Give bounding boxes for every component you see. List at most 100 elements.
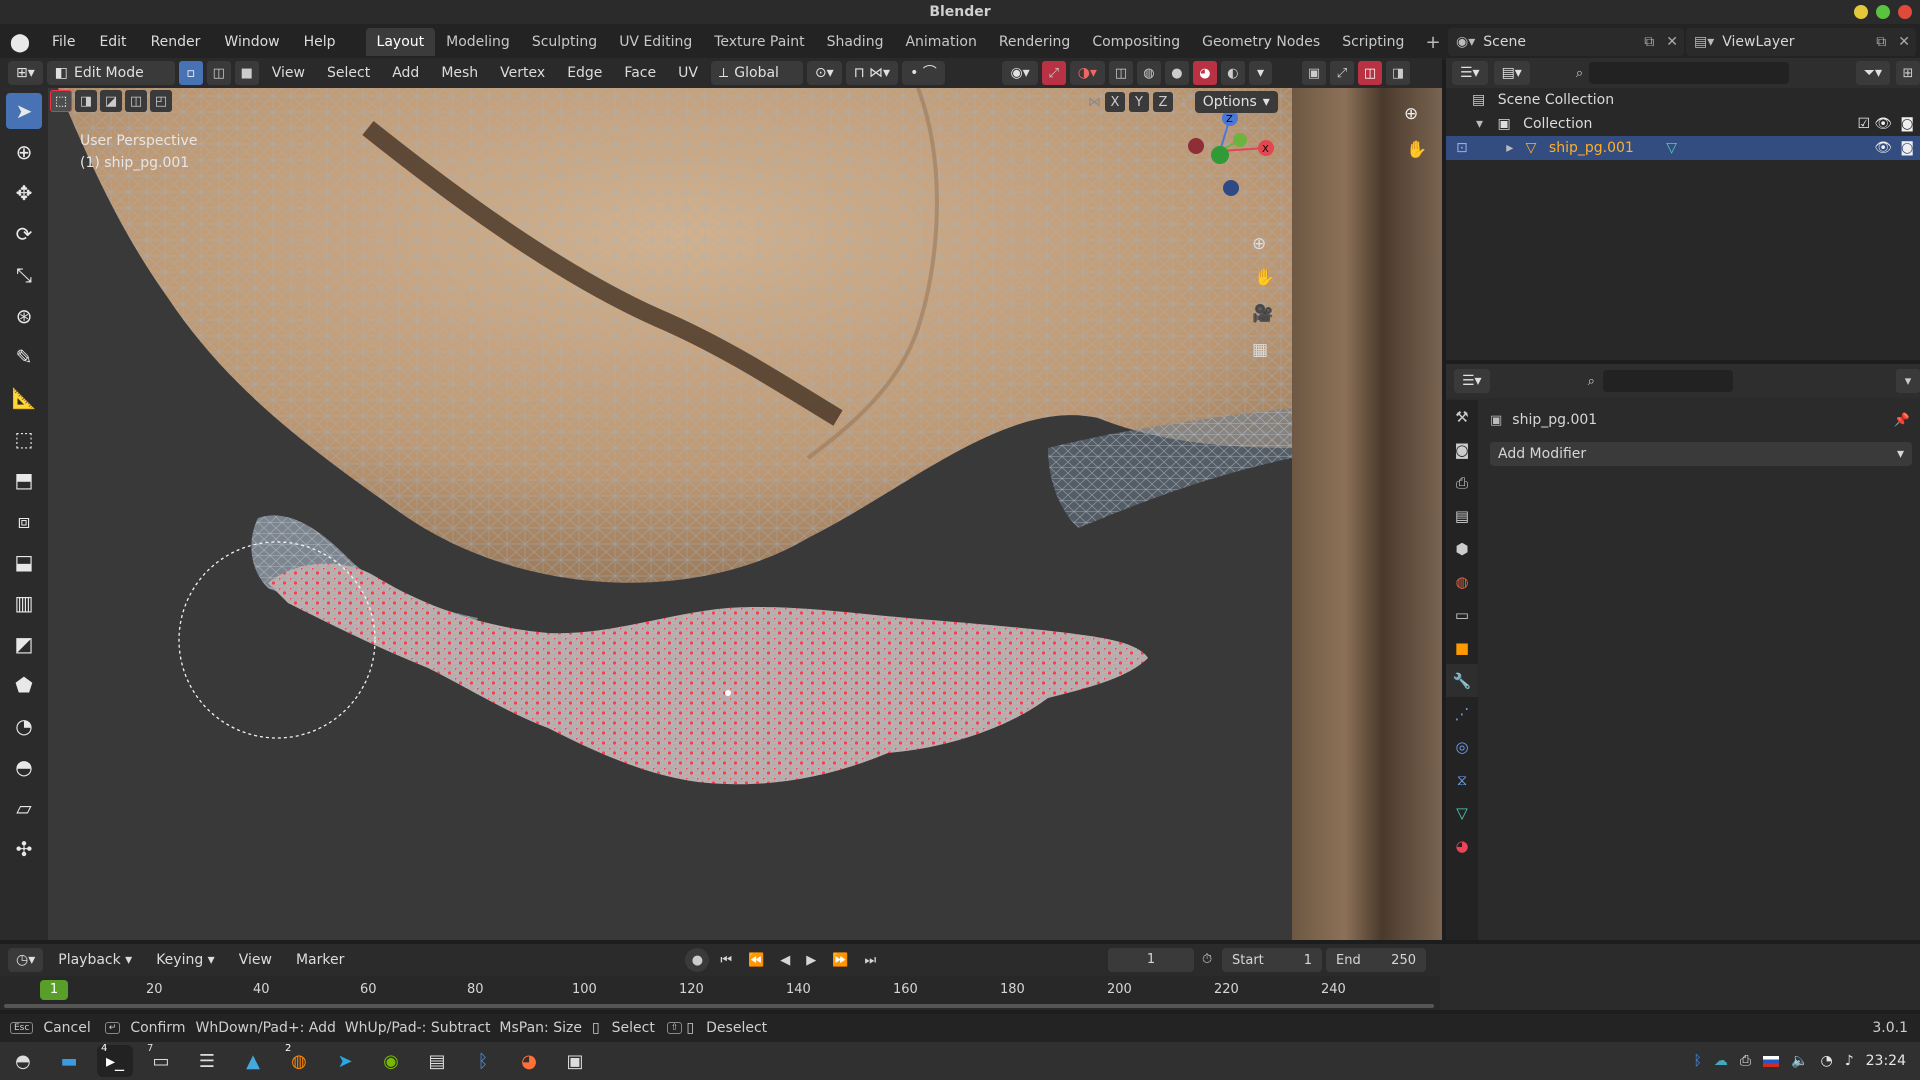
menu-add[interactable]: Add (383, 65, 428, 81)
material-tab-icon[interactable]: ◕ (1446, 829, 1478, 862)
secondary-shading-icon[interactable]: ◫ (1358, 61, 1382, 85)
mirror-x-toggle[interactable]: X (1105, 92, 1125, 112)
collapse-arrow-icon[interactable]: ▾ (1476, 116, 1483, 132)
firefox-icon[interactable]: ◕ (511, 1045, 547, 1077)
current-frame-field[interactable]: 1 (1108, 948, 1194, 972)
outliner-row-scene-collection[interactable]: ▤ Scene Collection (1446, 88, 1920, 112)
outliner-editor-type-dropdown[interactable]: ☰▾ (1452, 61, 1488, 85)
ortho-grid-icon[interactable]: ▦ (1252, 340, 1268, 360)
tab-texture-paint[interactable]: Texture Paint (703, 28, 815, 56)
move-tool-icon[interactable]: ✥ (6, 175, 42, 211)
object-tab-icon[interactable]: ■ (1446, 631, 1478, 664)
maximize-button[interactable] (1876, 5, 1890, 19)
app-menu-icon[interactable]: ◓ (5, 1045, 41, 1077)
add-cube-tool-icon[interactable]: ⬚ (6, 421, 42, 457)
play-reverse-icon[interactable]: ◀ (775, 953, 795, 968)
menu-file[interactable]: File (40, 24, 87, 60)
volume-icon[interactable]: 🔈 (1791, 1053, 1808, 1069)
tool-tab-icon[interactable]: ⚒ (1446, 400, 1478, 433)
properties-search-input[interactable] (1602, 370, 1733, 392)
tab-sculpting[interactable]: Sculpting (521, 28, 608, 56)
tab-animation[interactable]: Animation (894, 28, 987, 56)
constraints-tab-icon[interactable]: ⧖ (1446, 763, 1478, 796)
inset-tool-icon[interactable]: ⧈ (6, 503, 42, 539)
settings-icon[interactable]: ☰ (189, 1045, 225, 1077)
3d-viewport[interactable]: Z X User Perspective (1) ship_pg.001 ⊕ ✋… (48, 88, 1292, 940)
jump-start-icon[interactable]: ⏮ (715, 953, 737, 968)
modifier-tab-icon[interactable]: 🔧 (1446, 664, 1478, 697)
secondary-overlay-icon[interactable]: ◨ (1386, 61, 1410, 85)
blender-logo-icon[interactable]: ⬤ (0, 32, 40, 53)
bluetooth-icon[interactable]: ᛒ (1693, 1053, 1701, 1069)
image-viewer-icon[interactable]: ▲ (235, 1045, 271, 1077)
scene-tab-icon[interactable]: ⬢ (1446, 532, 1478, 565)
select-subtract-mode-icon[interactable]: ◪ (100, 90, 122, 112)
tab-modeling[interactable]: Modeling (435, 28, 521, 56)
knife-tool-icon[interactable]: ◩ (6, 626, 42, 662)
face-select-icon[interactable]: ■ (234, 61, 259, 85)
output-tab-icon[interactable]: ⎙ (1446, 466, 1478, 499)
jump-end-icon[interactable]: ⏭ (859, 953, 881, 968)
camera-view-icon[interactable]: 🎥 (1252, 304, 1273, 324)
tab-geometry-nodes[interactable]: Geometry Nodes (1191, 28, 1331, 56)
menu-edge[interactable]: Edge (558, 65, 611, 81)
record-keyframe-icon[interactable]: ● (685, 948, 710, 972)
telegram-icon[interactable]: ➤ (327, 1045, 363, 1077)
pan-hand-icon[interactable]: ✋ (1254, 268, 1275, 288)
clock[interactable]: 23:24 (1866, 1053, 1906, 1069)
tab-scripting[interactable]: Scripting (1331, 28, 1415, 56)
terminal-icon[interactable]: ▸_ 4 (97, 1043, 133, 1077)
physics-tab-icon[interactable]: ◎ (1446, 730, 1478, 763)
bevel-tool-icon[interactable]: ⬓ (6, 544, 42, 580)
properties-editor-type-dropdown[interactable]: ☰▾ (1454, 369, 1490, 393)
proportional-edit-dropdown[interactable]: • ⌒ (902, 61, 945, 85)
loop-cut-tool-icon[interactable]: ▥ (6, 585, 42, 621)
remove-scene-icon[interactable]: ✕ (1660, 34, 1684, 50)
blender-taskbar-icon[interactable]: ◍ 2 (281, 1043, 317, 1077)
world-tab-icon[interactable]: ◍ (1446, 565, 1478, 598)
select-box-tool-icon[interactable]: ➤ (6, 93, 42, 129)
start-frame-field[interactable]: Start 1 (1222, 948, 1322, 972)
minimize-button[interactable] (1854, 5, 1868, 19)
outliner-row-ship[interactable]: ⊡ ▸ ▽ ship_pg.001 ▽ 👁 ◙ (1446, 136, 1920, 160)
files-icon[interactable]: ▬ (51, 1045, 87, 1077)
object-data-tab-icon[interactable]: ▽ (1446, 796, 1478, 829)
store-icon[interactable]: ▣ (557, 1045, 593, 1077)
tab-shading[interactable]: Shading (816, 28, 895, 56)
shear-tool-icon[interactable]: ▱ (6, 790, 42, 826)
snap-dropdown[interactable]: ⊓ ⋈▾ (845, 61, 899, 85)
playhead-marker[interactable]: 1 (40, 980, 68, 1000)
render-camera-icon[interactable]: ◙ (1900, 112, 1914, 136)
select-intersect-mode-icon[interactable]: ◰ (150, 90, 172, 112)
mode-dropdown[interactable]: ◧ Edit Mode (46, 61, 175, 85)
tab-layout[interactable]: Layout (365, 28, 436, 56)
orientation-dropdown[interactable]: ⟂ Global (710, 61, 803, 85)
scene-selector[interactable]: ◉▾ Scene ⧉ ✕ (1448, 28, 1684, 56)
preview-range-icon[interactable]: ⏱ (1202, 952, 1212, 967)
wireframe-shading-icon[interactable]: ◍ (1136, 61, 1161, 85)
printer-icon[interactable]: ⎙ (1740, 1053, 1751, 1069)
overlay-dropdown[interactable]: ◑▾ (1069, 61, 1105, 85)
add-modifier-dropdown[interactable]: Add Modifier ▾ (1490, 442, 1912, 466)
rotate-tool-icon[interactable]: ⟳ (6, 216, 42, 252)
select-extend-mode-icon[interactable]: ◨ (75, 90, 97, 112)
add-workspace-icon[interactable]: + (1415, 32, 1450, 53)
wifi-icon[interactable]: ◔ (1820, 1053, 1832, 1069)
shading-options-dropdown[interactable]: ▾ (1248, 61, 1272, 85)
folder-icon[interactable]: ▭ 7 (143, 1043, 179, 1077)
exclude-checkbox-icon[interactable]: ☑ (1857, 112, 1870, 136)
menu-window[interactable]: Window (212, 24, 291, 60)
measure-tool-icon[interactable]: 📐 (6, 380, 42, 416)
render-tab-icon[interactable]: ◙ (1446, 433, 1478, 466)
timeline-menu-view[interactable]: View (230, 952, 281, 968)
particles-tab-icon[interactable]: ⋰ (1446, 697, 1478, 730)
xray-toggle-icon[interactable]: ◫ (1108, 61, 1133, 85)
copy-scene-icon[interactable]: ⧉ (1638, 34, 1660, 50)
menu-vertex[interactable]: Vertex (491, 65, 554, 81)
spin-tool-icon[interactable]: ◔ (6, 708, 42, 744)
auto-merge-icon[interactable]: ⤓ (1177, 95, 1191, 110)
menu-edit[interactable]: Edit (87, 24, 138, 60)
extrude-tool-icon[interactable]: ⬒ (6, 462, 42, 498)
tab-uv-editing[interactable]: UV Editing (608, 28, 703, 56)
edge-select-icon[interactable]: ◫ (206, 61, 231, 85)
